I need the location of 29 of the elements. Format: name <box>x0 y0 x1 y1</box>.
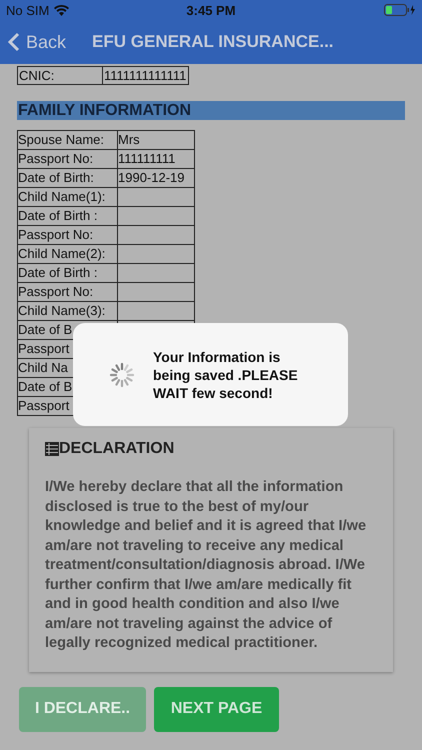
declaration-title: DECLARATION <box>59 440 174 458</box>
section-header: FAMILY INFORMATION <box>17 101 405 120</box>
chevron-left-icon <box>8 32 20 52</box>
table-cell: Spouse Name: <box>17 131 118 150</box>
table-cell: Passport No: <box>17 150 118 169</box>
declaration-text: I/We hereby declare that all the information disclosed is true to the best of my/our knowledge and belief and it is agreed that I/we am/are not traveling to receive any medical treatment/consultation/diagnosis abroad. I/We further confirm that I/we am/are medically fit and in good health condition and also I/we am/are not traveling against the advice of legally recognized medical practitioner. <box>45 478 368 653</box>
table-cell: 1111111111111 <box>103 66 189 85</box>
table-cell: CNIC: <box>17 66 103 85</box>
table-cell: Date of Birth : <box>17 264 118 283</box>
table-cell: Passport No: <box>17 283 118 302</box>
next-page-button[interactable]: NEXT PAGE <box>154 686 279 732</box>
table-cell: Child Name(3): <box>17 302 118 321</box>
screen-title: EFU GENERAL INSURANCE... <box>92 32 334 52</box>
spinner-icon <box>108 360 136 388</box>
table-cell: Child Name(1): <box>17 188 118 207</box>
carrier-text: No SIM <box>6 2 50 18</box>
table-cell: Date of Birth: <box>17 169 118 188</box>
wifi-icon <box>54 4 70 16</box>
dialog-message: Your Information is being saved .PLEASE WAIT few second! <box>153 348 299 402</box>
status-time: 3:45 PM <box>186 2 236 18</box>
battery-icon <box>384 4 416 16</box>
table-cell: Child Name(2): <box>17 245 118 264</box>
list-icon <box>45 442 59 456</box>
back-button[interactable]: Back <box>8 32 66 52</box>
table-cell: Date of Birth : <box>17 207 118 226</box>
table-cell: 1990-12-19 <box>118 169 195 188</box>
table-cell: 111111111 <box>118 150 195 169</box>
table-cell: Passport No: <box>17 226 118 245</box>
table-cell: Mrs <box>118 131 195 150</box>
